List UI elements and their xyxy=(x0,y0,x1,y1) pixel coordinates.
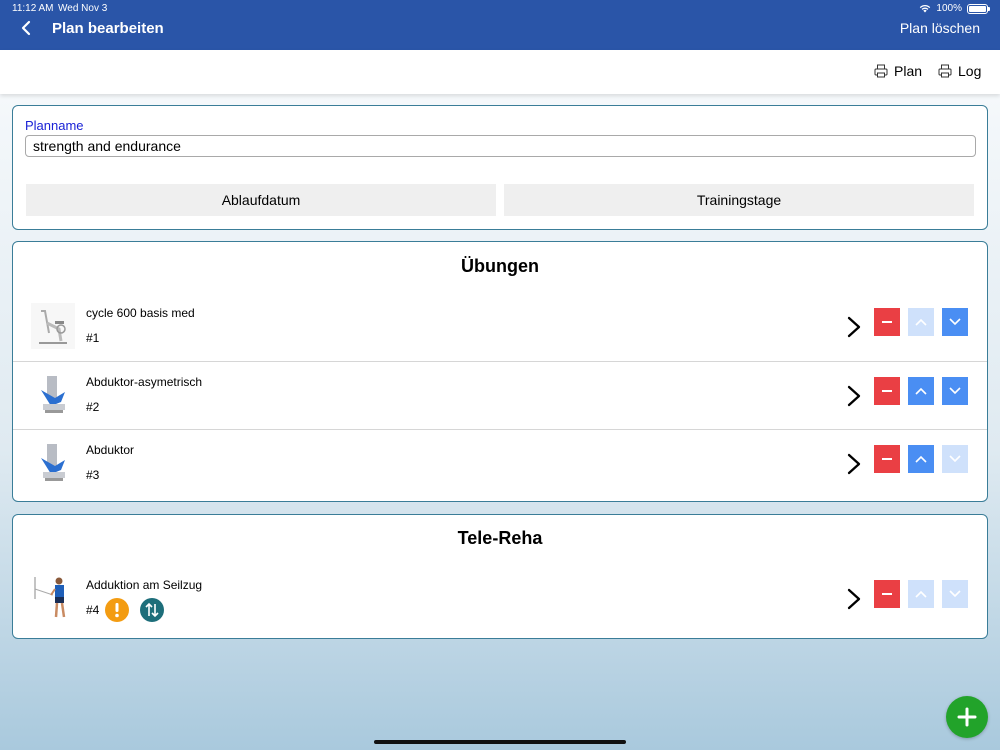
exercise-number: #4 xyxy=(86,603,100,617)
plus-icon xyxy=(957,707,977,727)
exercise-number: #2 xyxy=(86,400,100,414)
status-indicators: 100% xyxy=(919,3,990,14)
plan-settings-card: Planname Ablaufdatum Trainingstage xyxy=(12,105,988,230)
remove-exercise-button[interactable] xyxy=(874,445,900,473)
minus-icon xyxy=(882,593,892,595)
cable-exercise-icon xyxy=(34,577,66,618)
exercise-row[interactable]: Abduktor-asymetrisch #2 xyxy=(13,361,987,429)
navigation-bar: 11:12 AM Wed Nov 3 100% Plan bearbeiten … xyxy=(0,0,1000,50)
chevron-down-icon xyxy=(949,455,961,463)
exercise-name: Abduktor-asymetrisch xyxy=(86,375,203,389)
move-down-button[interactable] xyxy=(942,445,968,473)
warning-icon xyxy=(105,598,129,622)
move-down-button[interactable] xyxy=(942,580,968,608)
printer-icon xyxy=(938,64,952,78)
print-log-label: Log xyxy=(958,63,982,79)
tele-reha-title: Tele-Reha xyxy=(457,528,543,548)
chevron-down-icon xyxy=(949,318,961,326)
move-down-button[interactable] xyxy=(942,308,968,336)
plan-name-label: Planname xyxy=(25,118,84,133)
move-up-button[interactable] xyxy=(908,580,934,608)
move-up-button[interactable] xyxy=(908,377,934,405)
plan-name-input[interactable] xyxy=(25,135,976,157)
exercise-row[interactable]: Adduktion am Seilzug #4 xyxy=(13,565,987,633)
exercise-row[interactable]: cycle 600 basis med #1 xyxy=(13,293,987,361)
battery-percent: 100% xyxy=(936,3,962,14)
status-date: Wed Nov 3 xyxy=(58,3,108,14)
chevron-up-icon xyxy=(915,387,927,395)
cycle-machine-icon xyxy=(31,303,75,349)
minus-icon xyxy=(882,458,892,460)
minus-icon xyxy=(882,390,892,392)
exercise-name: cycle 600 basis med xyxy=(86,306,195,320)
print-plan-button[interactable]: Plan xyxy=(874,63,922,79)
expiry-date-button[interactable]: Ablaufdatum xyxy=(26,184,496,216)
move-down-button[interactable] xyxy=(942,377,968,405)
chevron-up-icon xyxy=(915,318,927,326)
exercise-number: #3 xyxy=(86,468,100,482)
move-up-button[interactable] xyxy=(908,308,934,336)
chevron-right-icon[interactable] xyxy=(846,315,862,339)
chevron-right-icon[interactable] xyxy=(846,587,862,611)
print-log-button[interactable]: Log xyxy=(938,63,981,79)
print-plan-label: Plan xyxy=(894,63,923,79)
remove-exercise-button[interactable] xyxy=(874,580,900,608)
page-title: Plan bearbeiten xyxy=(52,20,164,37)
back-chevron-icon[interactable] xyxy=(18,18,34,38)
abductor-machine-icon xyxy=(41,376,65,413)
chevron-down-icon xyxy=(949,590,961,598)
minus-icon xyxy=(882,321,892,323)
tele-reha-card: Tele-Reha Adduktion am Seilzug #4 xyxy=(12,514,988,639)
exercise-row[interactable]: Abduktor #3 xyxy=(13,429,987,497)
home-indicator xyxy=(374,740,626,744)
exercise-name: Abduktor xyxy=(86,443,135,457)
delete-plan-button[interactable]: Plan löschen xyxy=(900,20,980,36)
exercises-card: Übungen cycle 600 basis med #1 Abduktor-… xyxy=(12,241,988,502)
chevron-right-icon[interactable] xyxy=(846,452,862,476)
remove-exercise-button[interactable] xyxy=(874,377,900,405)
chevron-up-icon xyxy=(915,455,927,463)
chevron-right-icon[interactable] xyxy=(846,384,862,408)
wifi-icon xyxy=(920,4,931,13)
exercises-title: Übungen xyxy=(461,256,539,276)
training-days-button[interactable]: Trainingstage xyxy=(504,184,974,216)
exercise-name: Adduktion am Seilzug xyxy=(86,578,203,592)
remove-exercise-button[interactable] xyxy=(874,308,900,336)
printer-icon xyxy=(874,64,888,78)
chevron-down-icon xyxy=(949,387,961,395)
status-time: 11:12 AM xyxy=(12,3,54,14)
battery-icon xyxy=(967,3,990,14)
exercise-number: #1 xyxy=(86,331,100,345)
chevron-up-icon xyxy=(915,590,927,598)
toolbar: Plan Log xyxy=(0,50,1000,94)
add-exercise-button[interactable] xyxy=(946,696,988,738)
abductor-machine-icon xyxy=(41,444,65,481)
move-up-button[interactable] xyxy=(908,445,934,473)
swap-vertical-icon xyxy=(140,598,164,622)
